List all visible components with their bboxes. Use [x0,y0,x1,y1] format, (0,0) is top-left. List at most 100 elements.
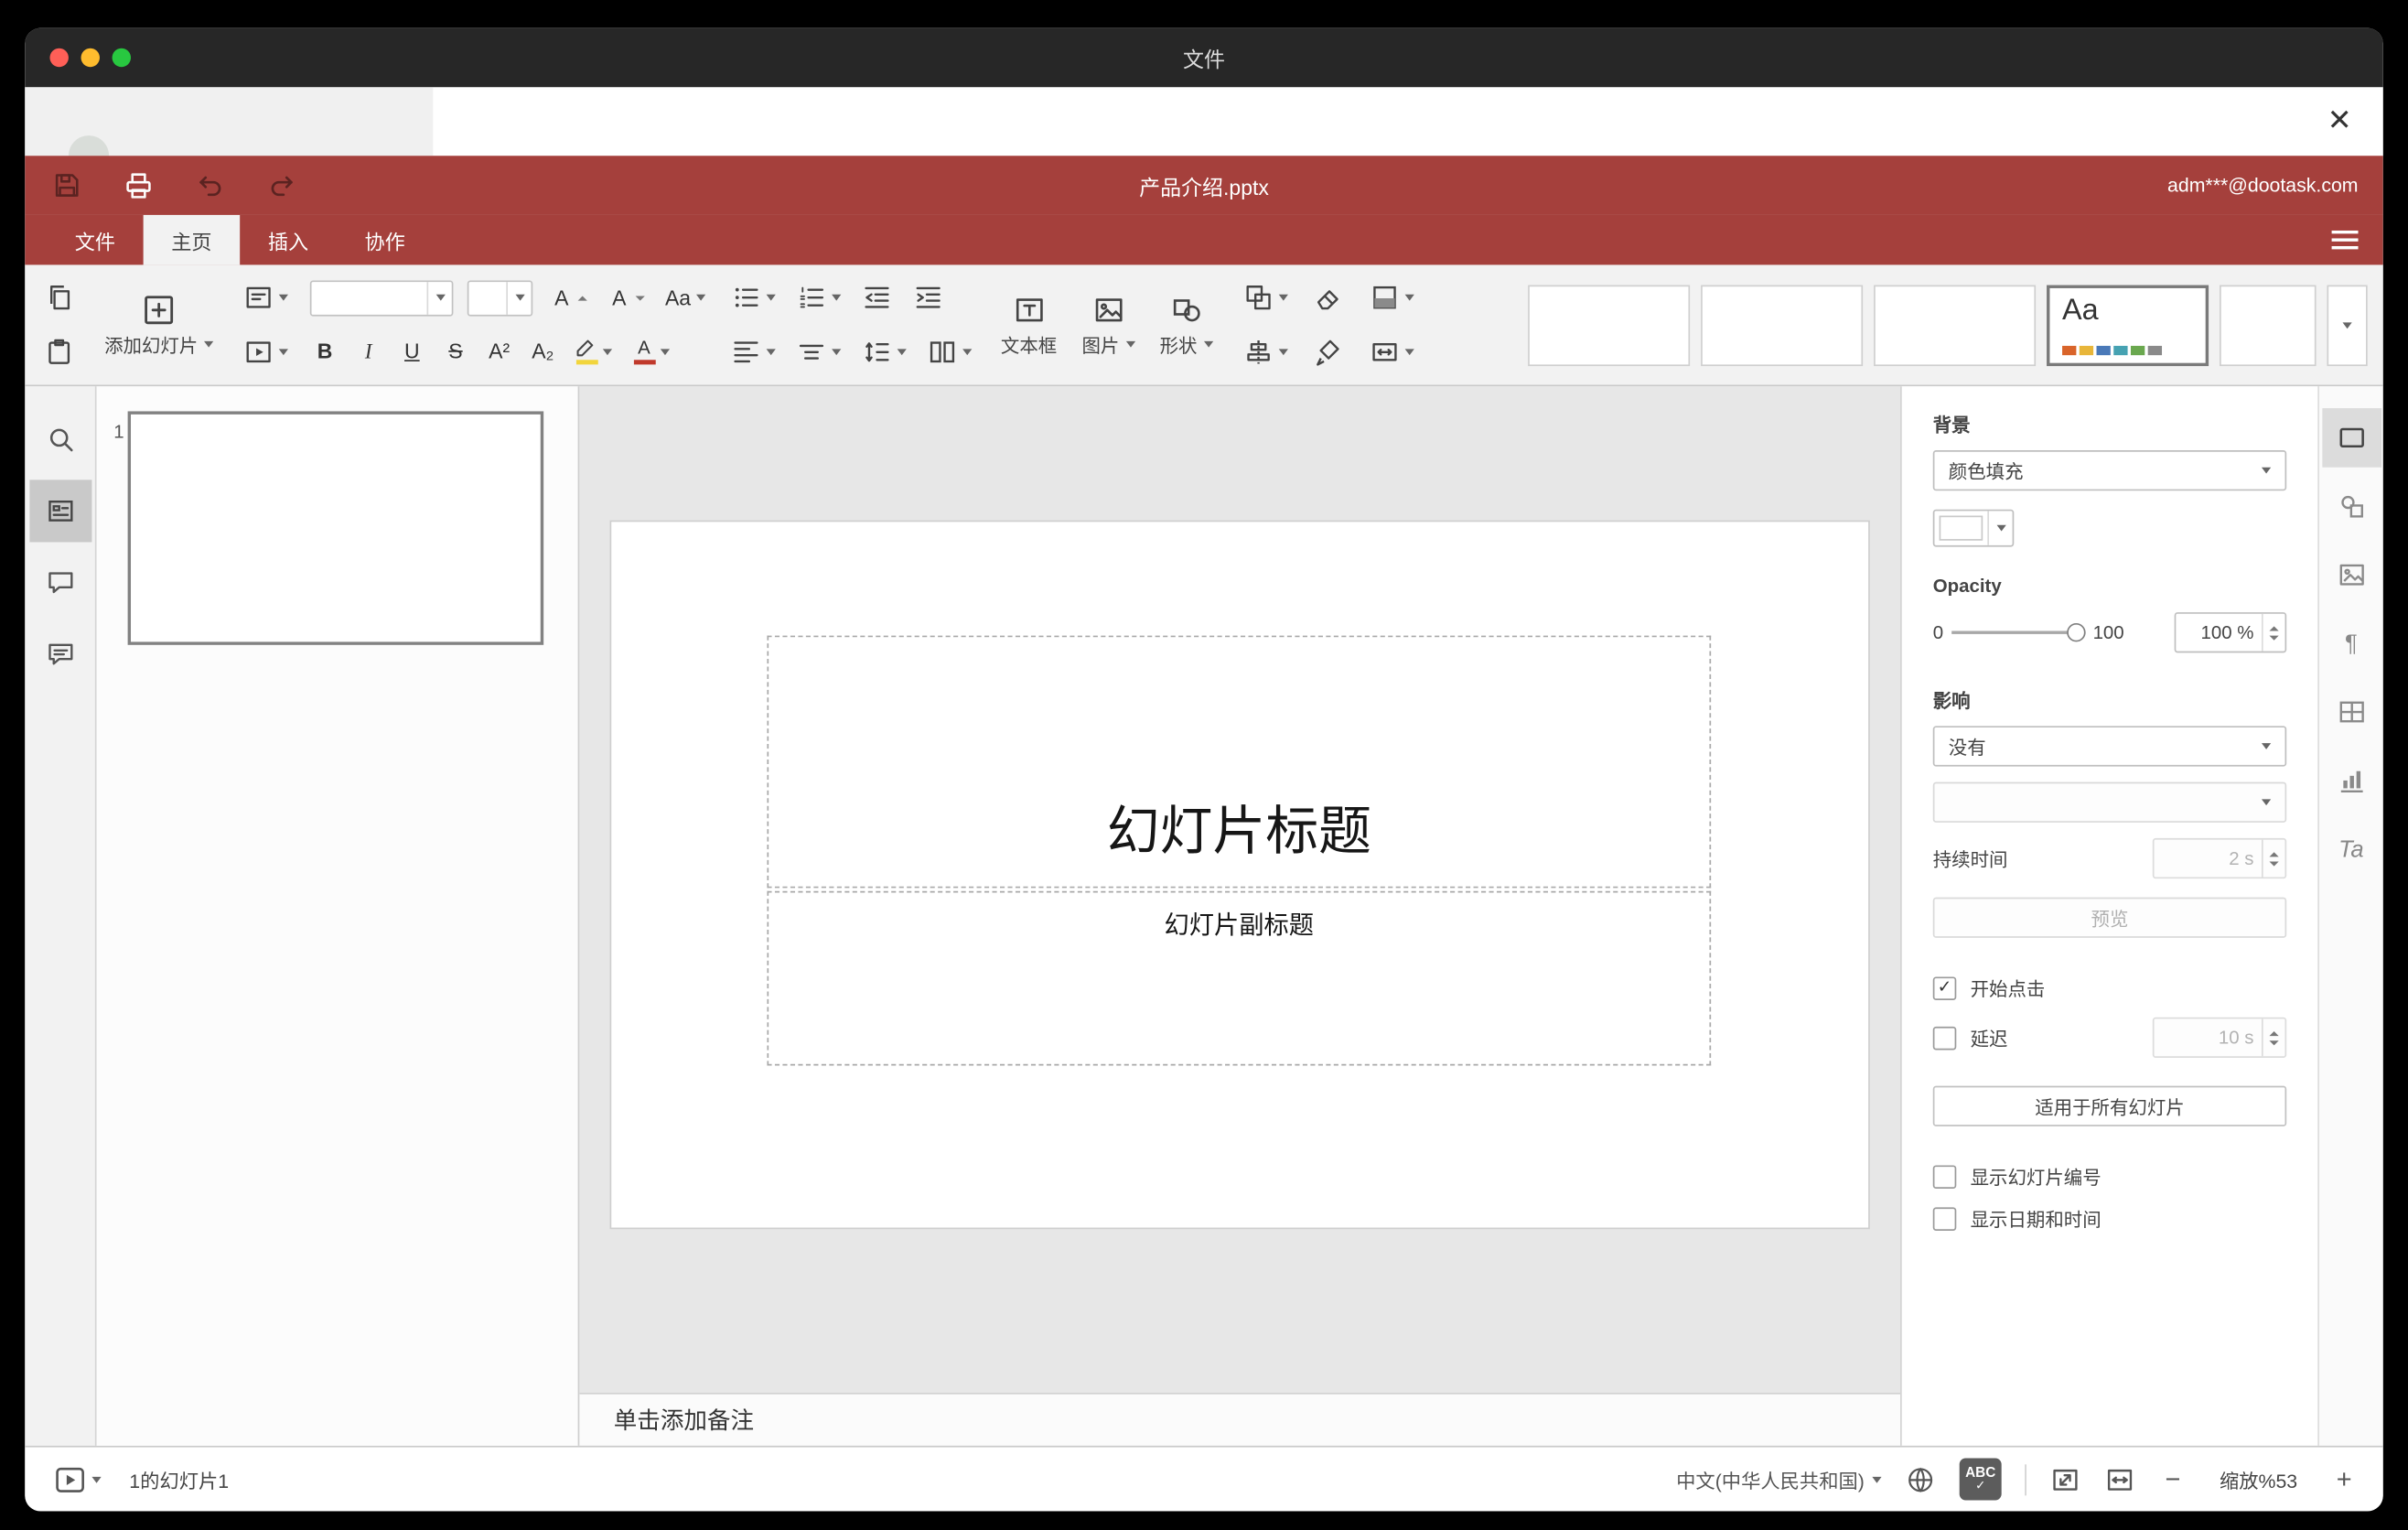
theme-thumbnail[interactable] [1528,284,1691,366]
opacity-slider[interactable] [1951,621,2086,643]
vertical-align-button[interactable] [792,333,844,371]
effect-select[interactable]: 没有 [1932,726,2287,767]
delay-value: 10 s [2218,1026,2254,1049]
notes-area[interactable]: 单击添加备注 [579,1392,1901,1446]
tab-insert[interactable]: 插入 [240,215,337,264]
shape-settings-button[interactable] [2322,477,2381,536]
zoom-window-button[interactable] [112,48,132,68]
clipboard-group [40,271,78,378]
font-name-select[interactable] [309,280,454,317]
copy-button[interactable] [40,279,78,317]
background-fill-select[interactable]: 颜色填充 [1932,450,2287,491]
chart-settings-button[interactable] [2322,751,2381,811]
set-language-button[interactable] [1905,1463,1936,1494]
insert-image-button[interactable]: 图片 [1074,271,1143,378]
line-spacing-button[interactable] [857,333,908,371]
paste-button[interactable] [40,333,78,371]
increment-font-size-button[interactable]: A [547,285,591,312]
show-date-time-checkbox[interactable] [1932,1207,1957,1231]
opacity-spinner[interactable]: 100 % [2174,612,2287,653]
search-button[interactable] [28,408,91,470]
theme-thumbnail-selected[interactable]: Aa [2047,284,2209,366]
slide-settings-button[interactable] [2321,408,2381,468]
fit-width-button[interactable] [2104,1463,2135,1494]
delay-checkbox[interactable] [1932,1026,1957,1050]
background-color-picker[interactable] [1932,509,2015,547]
redo-button[interactable] [264,168,298,202]
spinner-up-icon[interactable] [2269,625,2279,630]
strikethrough-button[interactable]: S [441,338,470,365]
font-size-select[interactable] [467,280,533,317]
change-layout-button[interactable] [240,279,291,317]
close-window-button[interactable] [49,48,69,68]
opacity-value: 100 % [2200,621,2254,644]
zoom-in-button[interactable]: + [2330,1466,2359,1492]
tab-home[interactable]: 主页 [143,214,241,265]
clear-style-button[interactable] [1309,279,1347,317]
theme-thumbnail[interactable] [2220,284,2317,366]
decrease-indent-button[interactable] [857,279,895,317]
start-slideshow-button[interactable] [240,333,291,371]
subscript-button[interactable]: A₂ [528,338,557,365]
apply-to-all-slides-button[interactable]: 适用于所有幻灯片 [1932,1085,2287,1126]
change-case-button[interactable]: Aa [662,285,708,312]
copy-style-button[interactable] [1309,333,1347,371]
slides-panel-button[interactable] [28,479,91,543]
decrement-font-size-button[interactable]: A [605,285,649,312]
close-icon[interactable]: ✕ [2327,107,2352,136]
slider-knob[interactable] [2066,622,2086,642]
save-button[interactable] [49,168,83,202]
theme-sample-text: Aa [2062,293,2099,327]
slide[interactable]: 幻灯片标题 幻灯片副标题 [611,522,1869,1228]
zoom-out-button[interactable]: − [2159,1466,2188,1492]
minimize-window-button[interactable] [81,48,100,68]
start-slideshow-status-button[interactable] [49,1459,104,1499]
increase-indent-button[interactable] [908,279,946,317]
font-color-button[interactable]: A [629,335,673,368]
underline-button[interactable]: U [397,338,426,365]
delay-spinner[interactable]: 10 s [2152,1017,2287,1058]
image-settings-button[interactable] [2322,545,2381,605]
slide-title-placeholder[interactable]: 幻灯片标题 [767,635,1712,889]
numbered-list-button[interactable] [792,279,844,317]
superscript-button[interactable]: A² [484,338,513,365]
bullet-list-button[interactable] [726,279,778,317]
theme-gallery-expand-button[interactable] [2327,284,2368,366]
print-button[interactable] [122,168,156,202]
bold-button[interactable]: B [310,338,339,365]
tab-collaboration[interactable]: 协作 [337,215,434,264]
slide-background-button[interactable] [1365,279,1416,317]
slide-thumbnail[interactable] [127,411,544,645]
view-settings-menu-icon[interactable] [2331,230,2359,250]
insert-shape-button[interactable]: 形状 [1152,271,1220,378]
align-shapes-button[interactable] [1239,333,1290,371]
theme-thumbnail[interactable] [1701,284,1864,366]
spinner-down-icon[interactable] [2269,634,2279,640]
effect-option-select[interactable] [1932,781,2287,823]
insert-textbox-button[interactable]: 文本框 [993,271,1064,378]
spell-check-toggle[interactable]: ABC ✓ [1959,1458,2002,1501]
arrange-shapes-button[interactable] [1239,279,1290,317]
duration-spinner[interactable]: 2 s [2152,837,2287,879]
table-settings-button[interactable] [2322,683,2381,742]
slide-subtitle-placeholder[interactable]: 幻灯片副标题 [767,890,1712,1066]
tab-file[interactable]: 文件 [47,215,144,264]
add-slide-button[interactable]: 添加幻灯片 [97,271,221,378]
comments-button[interactable] [28,552,91,614]
preview-button[interactable]: 预览 [1932,897,2287,938]
slide-size-button[interactable] [1365,333,1416,371]
show-slide-number-checkbox[interactable] [1932,1165,1957,1189]
highlight-color-button[interactable] [572,335,616,368]
text-art-settings-button[interactable]: Ta [2322,819,2381,878]
italic-button[interactable]: I [353,338,382,365]
paragraph-settings-button[interactable]: ¶ [2322,614,2381,673]
undo-button[interactable] [193,168,227,202]
save-icon [55,174,79,197]
theme-thumbnail[interactable] [1874,284,2037,366]
feedback-button[interactable] [28,623,91,685]
language-select[interactable]: 中文(中华人民共和国) [1676,1464,1882,1493]
fit-slide-button[interactable] [2049,1463,2080,1494]
start-on-click-checkbox[interactable]: ✓ [1932,976,1957,1000]
horizontal-align-button[interactable] [726,333,778,371]
insert-columns-button[interactable] [923,333,974,371]
